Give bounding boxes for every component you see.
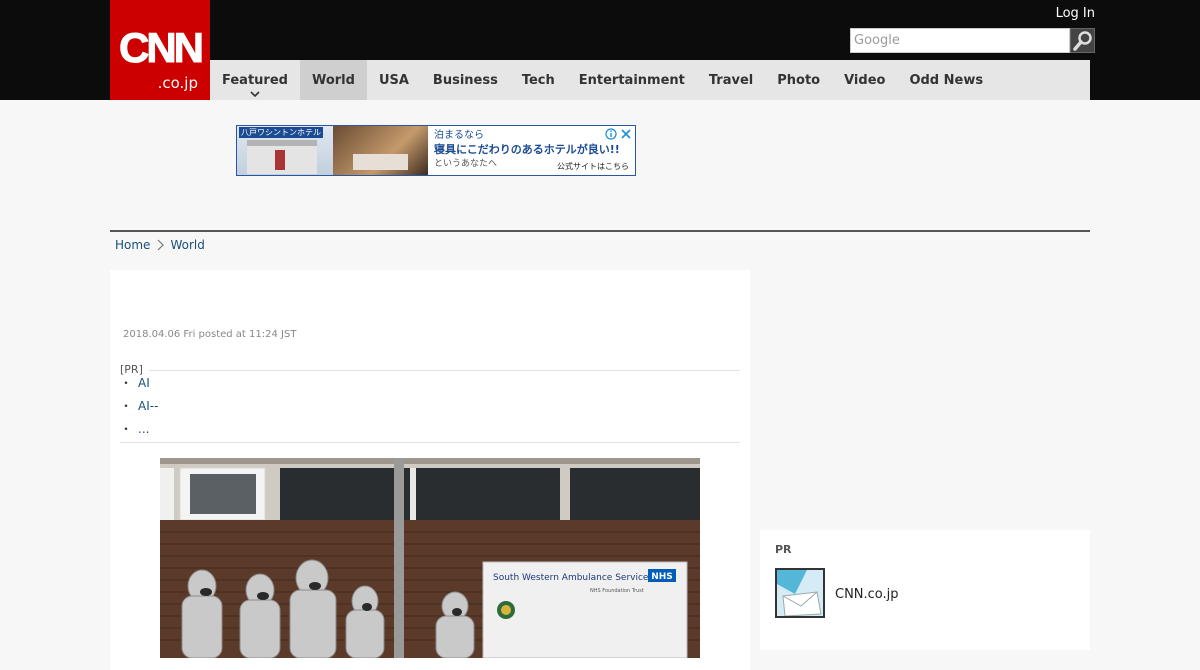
nav-item-label: Photo (777, 72, 821, 88)
close-icon[interactable] (620, 128, 632, 140)
pr-link[interactable]: ・ AI (120, 374, 150, 391)
pr-links-box: [PR] ・ AI ・ AI-- ・... (120, 363, 740, 443)
nav-item-label: Entertainment (578, 72, 685, 88)
nav-item-featured[interactable]: Featured (210, 60, 300, 100)
ad-info-icon[interactable] (605, 128, 617, 140)
nav-item-photo[interactable]: Photo (765, 60, 832, 100)
ad-line-2: 寝具にこだわりのあるホテルが良い!! (434, 143, 620, 156)
photo-sign-title: South Western Ambulance Service (493, 573, 649, 583)
photo-sign-nhs: NHS (651, 572, 673, 582)
pr-link-text: ... (138, 422, 150, 436)
nav-item-label: USA (378, 72, 409, 88)
nav-item-world[interactable]: World (299, 60, 367, 100)
pr-thumbnail[interactable] (775, 568, 825, 618)
sidebar-pr-link[interactable]: CNN.co.jp (835, 587, 899, 602)
ad-banner[interactable]: 八戸ワシントンホテル 泊まるなら 寝具にこだわりのあるホテルが良い!! というあ… (236, 125, 636, 176)
main-nav: Featured World USA Business Tech Enterta… (210, 60, 1090, 100)
ad-hotel-image: 八戸ワシントンホテル (237, 126, 333, 175)
pr-link[interactable]: ・ AI-- (120, 397, 158, 414)
article-card: 2018.04.06 Fri posted at 11:24 JST [PR] … (110, 270, 750, 670)
nav-item-video[interactable]: Video (832, 60, 897, 100)
mail-icon (777, 570, 823, 616)
section-divider (110, 230, 1090, 232)
pr-link-text: AI (138, 376, 150, 390)
photo-sign-sub: NHS Foundation Trust (590, 588, 644, 594)
pr-link[interactable]: ・... (120, 420, 149, 437)
breadcrumb: Home World (115, 238, 205, 252)
ad-cta-link[interactable]: 公式サイトはこちら (557, 161, 629, 172)
nav-item-odd-news[interactable]: Odd News (897, 60, 995, 100)
bullet-icon: ・ (120, 422, 133, 436)
nav-item-label: Video (844, 72, 886, 88)
bullet-icon: ・ (120, 399, 133, 413)
logo-text-top: CNN (119, 24, 202, 71)
nav-item-label: Business (432, 72, 498, 88)
login-link[interactable]: Log In (1056, 6, 1095, 21)
ad-line-1: 泊まるなら (434, 130, 484, 141)
search-icon (1073, 31, 1092, 51)
ad-hotel-label: 八戸ワシントンホテル (239, 127, 323, 138)
cnn-logo[interactable]: CNN .co.jp (110, 0, 210, 100)
nav-item-entertainment[interactable]: Entertainment (567, 60, 697, 100)
hotel-building-image (247, 140, 317, 174)
hotel-room-image (333, 126, 428, 175)
nav-item-label: Travel (708, 72, 754, 88)
nav-item-label: Tech (521, 72, 555, 88)
sidebar-pr-box: PR CNN.co.jp (760, 530, 1090, 650)
nav-item-label: Featured (222, 72, 288, 88)
chevron-right-icon (158, 239, 165, 251)
pr-link-text: AI-- (138, 399, 159, 413)
search-button[interactable] (1070, 28, 1095, 53)
nav-item-travel[interactable]: Travel (697, 60, 765, 100)
nav-item-usa[interactable]: USA (367, 60, 421, 100)
breadcrumb-world[interactable]: World (170, 238, 204, 252)
nav-item-tech[interactable]: Tech (510, 60, 567, 100)
breadcrumb-home[interactable]: Home (115, 238, 150, 252)
logo-text-bottom: .co.jp (158, 74, 198, 92)
nav-item-business[interactable]: Business (421, 60, 510, 100)
post-timestamp: 2018.04.06 Fri posted at 11:24 JST (123, 329, 297, 340)
bullet-icon: ・ (120, 376, 133, 390)
nav-item-label: Odd News (909, 72, 984, 88)
pr-divider (148, 370, 740, 371)
sidebar-pr-title: PR (775, 543, 792, 556)
chevron-down-icon (250, 91, 260, 97)
search-input[interactable] (850, 28, 1070, 53)
nav-item-label: World (311, 72, 355, 88)
article-photo: South Western Ambulance Service NHS NHS … (160, 458, 700, 658)
